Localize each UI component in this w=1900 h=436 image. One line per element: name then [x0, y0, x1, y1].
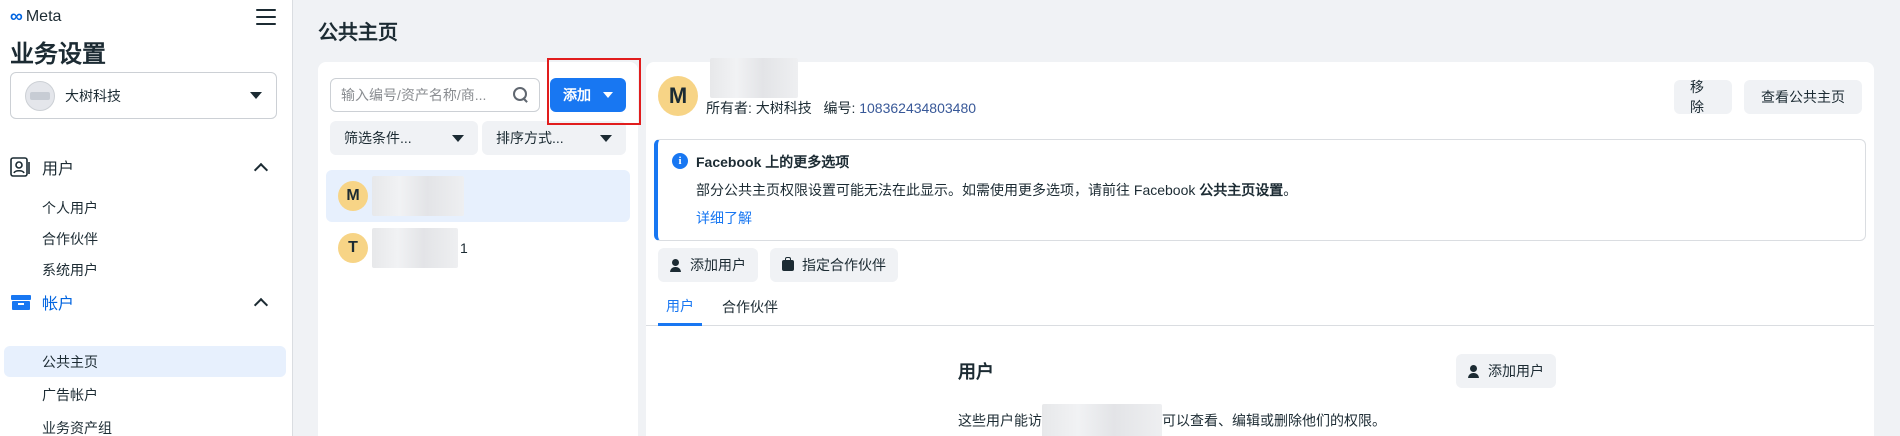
tab-partners[interactable]: 合作伙伴	[722, 288, 778, 326]
sidebar-section-label: 帐户	[42, 296, 75, 313]
add-user-label: 添加用户	[1488, 363, 1544, 379]
page-avatar: M	[658, 76, 698, 116]
add-user-button-secondary[interactable]: 添加用户	[1456, 354, 1556, 388]
sort-label: 排序方式...	[496, 130, 564, 146]
add-user-button[interactable]: 添加用户	[658, 248, 758, 282]
chevron-down-icon	[250, 92, 262, 99]
owner-label: 所有者:	[706, 100, 752, 116]
owner-name: 大树科技	[755, 100, 812, 116]
users-section-title: 用户	[958, 362, 994, 382]
search-icon[interactable]	[513, 87, 529, 103]
assign-partner-label: 指定合作伙伴	[802, 257, 886, 273]
sidebar-item-partners[interactable]: 合作伙伴	[4, 223, 286, 254]
page-id[interactable]: 108362434803480	[859, 100, 976, 116]
chevron-up-icon	[253, 297, 269, 312]
page-title: 公共主页	[318, 22, 398, 44]
sort-dropdown[interactable]: 排序方式...	[482, 121, 626, 155]
business-avatar	[25, 80, 55, 111]
search-box[interactable]	[330, 78, 540, 112]
tab-bar: 用户 合作伙伴	[646, 288, 1874, 326]
meta-infinity-icon: ∞	[10, 6, 23, 26]
list-item[interactable]: T 1	[326, 222, 630, 274]
chevron-down-icon	[452, 134, 464, 142]
notice-title: Facebook 上的更多选项	[696, 154, 850, 170]
users-section-description: 这些用户能访 可以查看、编辑或删除他们的权限。	[958, 404, 1386, 436]
business-selector[interactable]: 大树科技	[10, 72, 277, 119]
filter-label: 筛选条件...	[344, 130, 412, 146]
users-icon	[10, 156, 32, 178]
briefcase-icon	[782, 256, 794, 271]
sidebar-item-people[interactable]: 个人用户	[4, 192, 286, 223]
chevron-down-icon	[600, 134, 612, 142]
accounts-icon	[10, 291, 32, 313]
sidebar-item-ad-accounts[interactable]: 广告帐户	[4, 379, 286, 410]
notice-body: 部分公共主页权限设置可能无法在此显示。如需使用更多选项，请前往 Facebook…	[696, 180, 1297, 200]
add-user-label: 添加用户	[690, 257, 746, 273]
sidebar-section-users[interactable]: 用户	[10, 155, 286, 179]
page-detail-panel: M 所有者: 大树科技 编号: 108362434803480 移除 查看公共主…	[646, 58, 1874, 436]
list-item[interactable]: M	[326, 170, 630, 222]
info-notice: i Facebook 上的更多选项 部分公共主页权限设置可能无法在此显示。如需使…	[654, 139, 1866, 241]
add-button-label: 添加	[563, 87, 591, 103]
tab-users[interactable]: 用户	[658, 288, 702, 326]
id-label: 编号:	[823, 100, 856, 116]
chevron-down-icon	[603, 92, 613, 98]
page-avatar: M	[338, 181, 368, 211]
redacted-page-title	[710, 58, 798, 98]
redacted-page-name	[372, 176, 464, 216]
filter-dropdown[interactable]: 筛选条件...	[330, 121, 478, 155]
remove-button[interactable]: 移除	[1674, 79, 1732, 115]
page-name-suffix: 1	[460, 240, 468, 256]
notice-body-text: 部分公共主页权限设置可能无法在此显示。如需使用更多选项，请前往 Facebook	[696, 182, 1200, 198]
desc-text-start: 这些用户能访	[958, 412, 1042, 429]
page-meta: 所有者: 大树科技 编号: 108362434803480	[706, 98, 976, 118]
view-page-button[interactable]: 查看公共主页	[1744, 80, 1862, 114]
menu-icon[interactable]	[256, 9, 276, 25]
desc-text-end: 可以查看、编辑或删除他们的权限。	[1162, 412, 1386, 429]
person-icon	[1468, 364, 1480, 378]
page-avatar: T	[338, 233, 368, 263]
page-settings-link[interactable]: 公共主页设置	[1199, 182, 1283, 198]
sidebar-title: 业务设置	[10, 41, 106, 68]
sidebar-item-system-users[interactable]: 系统用户	[4, 254, 286, 285]
pages-list-panel: 添加 筛选条件... 排序方式... M T 1	[318, 62, 638, 436]
meta-wordmark: Meta	[25, 7, 62, 25]
sidebar-item-pages[interactable]: 公共主页	[4, 346, 286, 377]
info-icon: i	[672, 153, 688, 169]
meta-logo[interactable]: ∞ Meta	[10, 6, 61, 27]
redacted-text	[1042, 404, 1162, 436]
sidebar: ∞ Meta 业务设置 大树科技 用户 个人用户 合作伙伴 系统用户 帐户 公共…	[0, 0, 293, 436]
add-button[interactable]: 添加	[550, 78, 626, 112]
learn-more-link[interactable]: 详细了解	[696, 208, 752, 228]
assign-partner-button[interactable]: 指定合作伙伴	[770, 248, 898, 282]
notice-body-end: 。	[1283, 182, 1298, 198]
person-icon	[670, 258, 682, 272]
sidebar-section-label: 用户	[42, 161, 75, 178]
sidebar-item-business-asset-groups[interactable]: 业务资产组	[4, 412, 286, 436]
redacted-page-name	[372, 228, 458, 268]
sidebar-section-accounts[interactable]: 帐户	[10, 290, 286, 314]
business-name: 大树科技	[65, 87, 121, 104]
chevron-up-icon	[253, 162, 269, 177]
search-input[interactable]	[341, 87, 513, 103]
